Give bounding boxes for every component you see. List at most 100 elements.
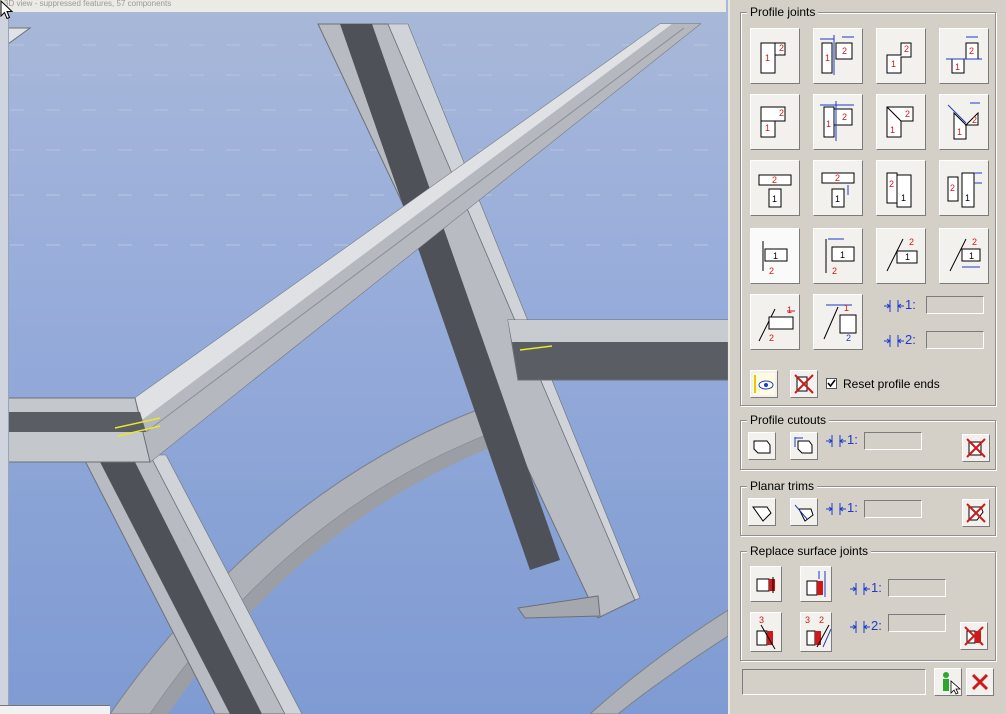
reset-profile-ends-label: Reset profile ends: [843, 377, 940, 391]
mitre-joint-button[interactable]: 1 2: [876, 94, 926, 150]
part-1-label: 1: [969, 251, 974, 261]
viewport-title: 3D view - suppressed features, 57 compon…: [4, 0, 172, 8]
surface-joint-2-button[interactable]: [800, 566, 832, 602]
surface-gap-2-text: 2:: [871, 618, 882, 633]
part-1-label: 1: [772, 194, 777, 204]
surface-joint-1-button[interactable]: [750, 566, 782, 602]
corner-joint-2-icon: 1 2: [820, 35, 854, 75]
surface-gap-2-input[interactable]: [888, 614, 946, 632]
planar-trim-1-button[interactable]: [748, 498, 776, 526]
part-1-label: 1: [955, 62, 960, 72]
end-joint-2-button[interactable]: 1 2: [813, 228, 863, 284]
part-2-label: 2: [904, 44, 909, 54]
planar-trim-2-button[interactable]: [790, 498, 818, 526]
corner-joint-2-button[interactable]: 1 2: [813, 28, 863, 84]
tee-joint-2-button[interactable]: 2 1: [813, 160, 863, 216]
part-1-label: 1: [965, 193, 970, 203]
gap-dimension-icon: [826, 502, 846, 515]
trim-gap-text: 1:: [847, 500, 858, 515]
surface-part-3-label: 3: [759, 615, 764, 625]
3d-scene[interactable]: [0, 0, 728, 714]
tee-joint-1-button[interactable]: 2 1: [750, 160, 800, 216]
corner-joint-6-button[interactable]: 1 2: [813, 94, 863, 150]
part-2-label: 2: [842, 46, 847, 56]
surface-joint-3-button[interactable]: 3: [750, 612, 782, 652]
end-joint-4-button[interactable]: 1 2: [939, 228, 989, 284]
surface-part-3-label: 3: [805, 615, 810, 625]
part-2-label: 2: [846, 333, 851, 343]
part-1-label: 1: [957, 127, 962, 137]
end-joint-3-icon: 1 2: [886, 237, 918, 272]
angled-joint-2-icon: 1 2: [823, 303, 857, 343]
status-field[interactable]: [742, 669, 926, 695]
delete-joints-button[interactable]: [790, 370, 818, 398]
end-joint-2-icon: 1 2: [825, 238, 855, 276]
corner-joint-4-icon: 1 2: [946, 36, 982, 74]
part-1-label: 1: [835, 194, 840, 204]
joint-gap-2-text: 2:: [905, 332, 916, 347]
trim-gap-input[interactable]: [864, 500, 922, 518]
end-joint-1-button[interactable]: 1 2: [750, 228, 800, 284]
mitre-joint-offset-button[interactable]: 1 2: [939, 94, 989, 150]
surface-joint-offset-icon: [806, 571, 826, 597]
part-1-label: 1: [765, 123, 770, 133]
joint-tools-panel: Profile joints 1 2 1 2 1 2 1 2 1 2 1 2 1…: [728, 0, 1006, 714]
eye-icon: [753, 373, 775, 395]
angled-joint-2-button[interactable]: 1 2: [813, 294, 863, 350]
end-joint-3-button[interactable]: 1 2: [876, 228, 926, 284]
corner-joint-3-button[interactable]: 1 2: [876, 28, 926, 84]
delete-surface-joints-button[interactable]: [960, 622, 988, 650]
surface-joint-4-button[interactable]: 3 2: [800, 612, 832, 652]
reset-profile-ends-checkbox[interactable]: [826, 378, 837, 389]
profile-cutouts-title: Profile cutouts: [747, 413, 830, 427]
3d-viewport[interactable]: 3D view - suppressed features, 57 compon…: [0, 0, 728, 714]
tee-joint-4-button[interactable]: 2 1: [939, 160, 989, 216]
delete-trims-button[interactable]: [962, 499, 990, 527]
info-button[interactable]: [934, 668, 962, 696]
gap-dimension-icon: [850, 620, 870, 633]
corner-joint-6-icon: 1 2: [820, 101, 854, 141]
tee-joint-3-button[interactable]: 2 1: [876, 160, 926, 216]
cutout-gap-text: 1:: [847, 432, 858, 447]
tee-joint-1-icon: 2 1: [758, 174, 792, 208]
viewport-title-strip: 3D view - suppressed features, 57 compon…: [0, 0, 726, 12]
part-1-label: 1: [773, 251, 778, 261]
part-2-label: 2: [950, 183, 955, 193]
delete-cutouts-button[interactable]: [962, 434, 990, 462]
cutout-gap-input[interactable]: [864, 432, 922, 450]
close-button[interactable]: [966, 668, 994, 696]
info-person-icon: [943, 672, 961, 695]
checkmark-icon: [827, 379, 836, 388]
joint-gap-1-label: 1:: [884, 296, 916, 314]
show-joints-button[interactable]: [750, 370, 778, 398]
part-1-label: 1: [890, 125, 895, 135]
part-2-label: 2: [772, 175, 777, 185]
part-2-label: 2: [889, 179, 894, 189]
gap-dimension-icon: [884, 334, 904, 347]
surface-gap-1-input[interactable]: [888, 579, 946, 597]
part-2-label: 2: [769, 333, 774, 343]
part-2-label: 2: [835, 173, 840, 183]
corner-joint-4-button[interactable]: 1 2: [939, 28, 989, 84]
delete-x-icon: [966, 503, 986, 523]
delete-x-icon: [966, 438, 986, 458]
joint-gap-1-input[interactable]: [926, 296, 984, 314]
replace-surface-joints-title: Replace surface joints: [747, 544, 872, 558]
close-icon: [971, 673, 989, 691]
corner-joint-1-button[interactable]: 1 2: [750, 28, 800, 84]
planar-trim-icon: [752, 506, 772, 522]
corner-joint-5-icon: 1 2: [760, 106, 786, 138]
part-1-label: 1: [787, 305, 792, 315]
part-2-label: 2: [832, 266, 837, 276]
surface-gap-1-text: 1:: [871, 580, 882, 595]
cutout-1-button[interactable]: [748, 432, 776, 460]
cutout-2-button[interactable]: [790, 432, 818, 460]
part-2-label: 2: [842, 112, 847, 122]
mouse-cursor-icon: [0, 0, 14, 20]
joint-gap-2-input[interactable]: [926, 331, 984, 349]
angled-joint-1-button[interactable]: 1 2: [750, 294, 800, 350]
viewport-left-edge: [0, 12, 9, 712]
part-1-label: 1: [905, 252, 910, 262]
corner-joint-5-button[interactable]: 1 2: [750, 94, 800, 150]
part-2-label: 2: [972, 237, 977, 247]
